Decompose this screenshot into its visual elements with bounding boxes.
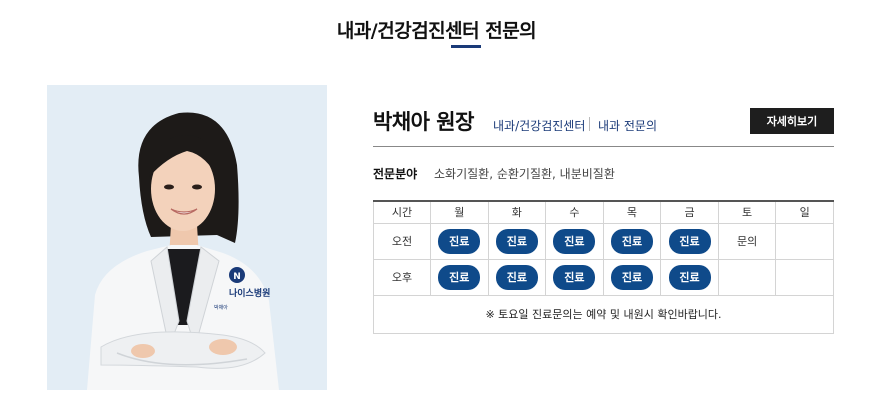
clinic-badge: 진료 <box>668 228 711 254</box>
row-label-afternoon: 오후 <box>373 258 431 296</box>
detail-button[interactable]: 자세히보기 <box>750 108 834 134</box>
header-tue: 화 <box>487 200 547 224</box>
header-wed: 수 <box>545 200 604 224</box>
clinic-badge: 진료 <box>610 228 653 254</box>
schedule-note-row: ※ 토요일 진료문의는 예약 및 내원시 확인바랍니다. <box>373 294 834 334</box>
header-thu: 목 <box>602 200 662 224</box>
header-sun: 일 <box>775 200 834 224</box>
cell-morning-sat: 문의 <box>717 222 777 260</box>
doctor-role: 내과 전문의 <box>598 119 658 133</box>
clinic-badge: 진료 <box>610 264 653 290</box>
schedule-table: 시간 월 화 수 목 금 토 일 오전 진료 진료 진료 진료 진료 문의 오후… <box>373 200 834 334</box>
svg-text:N: N <box>233 272 241 282</box>
cell-afternoon-wed: 진료 <box>545 258 604 296</box>
clinic-badge: 진료 <box>668 264 711 290</box>
specialty-label: 전문분야 <box>373 167 418 181</box>
clinic-badge: 진료 <box>438 264 481 290</box>
clinic-badge: 진료 <box>438 228 481 254</box>
department-divider <box>589 117 590 131</box>
coat-badge-text: 나이스병원 <box>229 287 270 299</box>
clinic-badge: 진료 <box>495 264 538 290</box>
coat-name-text: 박채아 <box>214 304 228 311</box>
cell-morning-thu: 진료 <box>602 222 662 260</box>
header-sat: 토 <box>717 200 777 224</box>
cell-morning-wed: 진료 <box>545 222 604 260</box>
page-title: 내과/건강검진센터 전문의 <box>336 20 537 42</box>
cell-afternoon-sat <box>717 258 777 296</box>
cell-afternoon-fri: 진료 <box>660 258 719 296</box>
cell-afternoon-sun <box>775 258 834 296</box>
doctor-department: 내과/건강검진센터 <box>493 119 586 133</box>
row-label-morning: 오전 <box>373 222 431 260</box>
schedule-row-morning: 오전 진료 진료 진료 진료 진료 문의 <box>373 222 834 260</box>
clinic-badge: 진료 <box>553 228 596 254</box>
clinic-badge: 진료 <box>553 264 596 290</box>
schedule-note: ※ 토요일 진료문의는 예약 및 내원시 확인바랍니다. <box>373 294 834 334</box>
doctor-name: 박채아 원장 <box>373 110 474 134</box>
name-divider <box>373 146 834 147</box>
header-time: 시간 <box>373 200 431 224</box>
cell-afternoon-thu: 진료 <box>602 258 662 296</box>
header-fri: 금 <box>660 200 719 224</box>
cell-afternoon-tue: 진료 <box>487 258 547 296</box>
schedule-header-row: 시간 월 화 수 목 금 토 일 <box>373 200 834 224</box>
cell-morning-tue: 진료 <box>487 222 547 260</box>
cell-afternoon-mon: 진료 <box>430 258 489 296</box>
cell-morning-fri: 진료 <box>660 222 719 260</box>
doctor-photo: N 나이스병원 박채아 <box>47 85 327 390</box>
header-mon: 월 <box>430 200 489 224</box>
specialty-value: 소화기질환, 순환기질환, 내분비질환 <box>434 167 615 181</box>
schedule-row-afternoon: 오후 진료 진료 진료 진료 진료 <box>373 258 834 296</box>
cell-morning-mon: 진료 <box>430 222 489 260</box>
clinic-badge: 진료 <box>495 228 538 254</box>
title-underline <box>451 45 481 48</box>
cell-morning-sun <box>775 222 834 260</box>
